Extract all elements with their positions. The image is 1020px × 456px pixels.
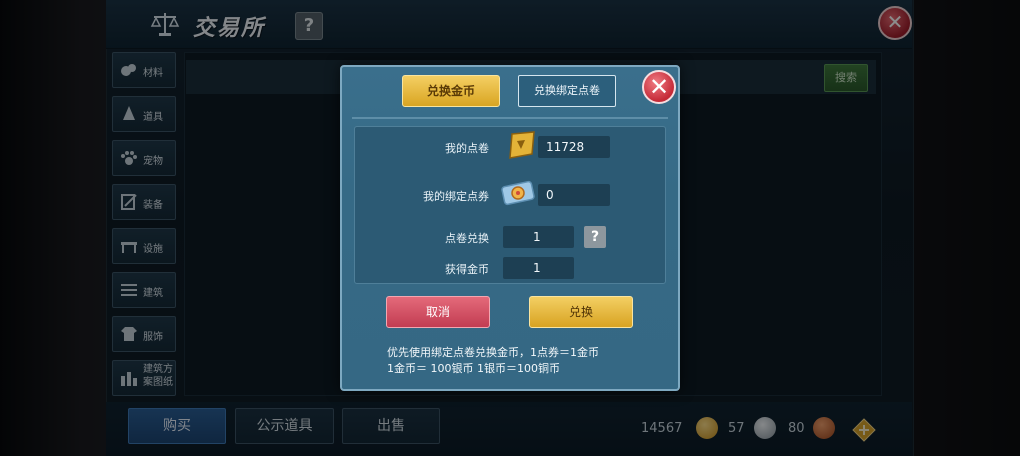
points-exchange-input[interactable]: 1 (503, 226, 574, 248)
bound-ticket-icon (501, 180, 535, 206)
gold-received-value: 1 (503, 257, 574, 279)
exchange-rate-note-line1: 优先使用绑定点卷兑换金币，1点券＝1金币 (387, 346, 599, 359)
exchange-button[interactable]: 兑换 (529, 296, 633, 328)
points-exchange-label: 点卷兑换 (445, 232, 489, 245)
tab-exchange-gold[interactable]: 兑换金币 (402, 75, 500, 107)
my-bound-points-label: 我的绑定点券 (423, 190, 489, 203)
cancel-button[interactable]: 取消 (386, 296, 490, 328)
close-dialog-button[interactable]: ✕ (642, 70, 676, 104)
exchange-rate-note-line2: 1金币＝ 100银币 1银币＝100铜币 (387, 362, 560, 375)
my-points-label: 我的点卷 (445, 142, 489, 155)
my-bound-points-value: 0 (538, 184, 610, 206)
point-ticket-icon (509, 131, 535, 159)
my-points-value: 11728 (538, 136, 610, 158)
exchange-help-button[interactable]: ? (584, 226, 606, 248)
gold-received-label: 获得金币 (445, 263, 489, 276)
divider (352, 117, 668, 119)
tab-exchange-bound-points[interactable]: 兑换绑定点卷 (518, 75, 616, 107)
